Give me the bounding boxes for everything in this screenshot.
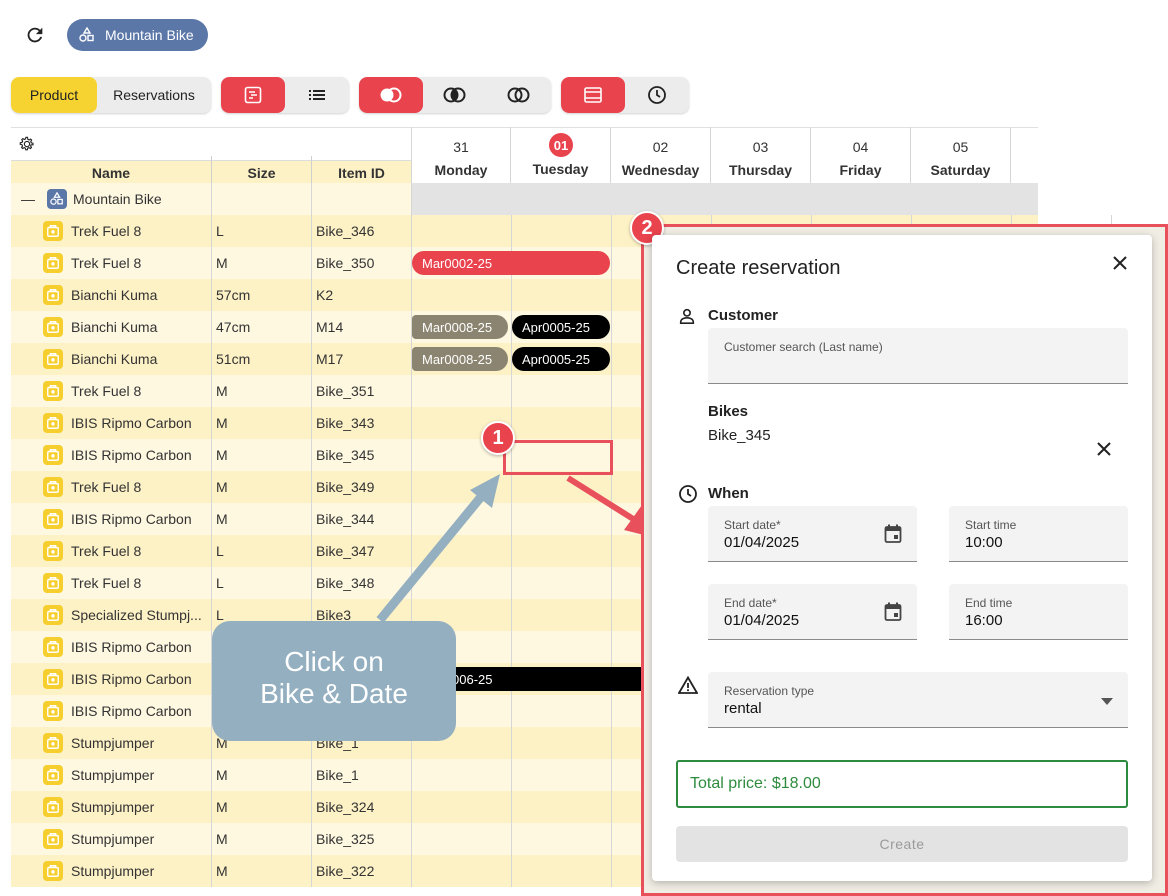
clock-icon	[678, 484, 698, 509]
customer-section-label: Customer	[708, 307, 779, 324]
callout-line-2: Bike & Date	[260, 678, 408, 709]
step-badge-1: 1	[481, 421, 515, 455]
calendar-icon[interactable]	[884, 602, 902, 622]
end-date-input[interactable]: End date* 01/04/2025	[708, 584, 917, 640]
reservation-type-value: rental	[724, 700, 762, 717]
start-time-input[interactable]: Start time 10:00	[949, 506, 1128, 562]
total-price: Total price: $18.00	[676, 760, 1128, 808]
customer-search-label: Customer search (Last name)	[724, 340, 883, 354]
end-date-value: 01/04/2025	[724, 612, 800, 629]
start-time-value: 10:00	[965, 534, 1003, 551]
end-time-input[interactable]: End time 16:00	[949, 584, 1128, 640]
start-date-label: Start date*	[724, 518, 781, 532]
warning-icon	[677, 675, 699, 699]
dialog-title: Create reservation	[676, 257, 841, 279]
create-reservation-dialog: Create reservation Customer Customer sea…	[652, 235, 1152, 881]
close-icon	[1097, 442, 1111, 456]
calendar-icon[interactable]	[884, 524, 902, 544]
end-time-label: End time	[965, 596, 1013, 610]
reservation-type-select[interactable]: Reservation type rental	[708, 672, 1128, 728]
close-icon	[1113, 256, 1127, 270]
selected-bike: Bike_345	[708, 427, 771, 444]
start-time-label: Start time	[965, 518, 1017, 532]
bikes-section-label: Bikes	[708, 403, 749, 420]
chevron-down-icon	[1101, 698, 1113, 705]
start-date-input[interactable]: Start date* 01/04/2025	[708, 506, 917, 562]
customer-search-input[interactable]: Customer search (Last name)	[708, 328, 1128, 384]
reservation-type-label: Reservation type	[724, 684, 815, 698]
when-section-label: When	[708, 485, 749, 502]
person-icon	[678, 307, 696, 330]
instruction-callout: Click on Bike & Date	[212, 621, 456, 741]
remove-bike-button[interactable]	[1096, 441, 1112, 462]
end-time-value: 16:00	[965, 612, 1003, 629]
end-date-label: End date*	[724, 596, 777, 610]
close-dialog-button[interactable]	[1112, 255, 1128, 276]
create-button[interactable]: Create	[676, 826, 1128, 862]
start-date-value: 01/04/2025	[724, 534, 800, 551]
callout-line-1: Click on	[284, 646, 384, 677]
